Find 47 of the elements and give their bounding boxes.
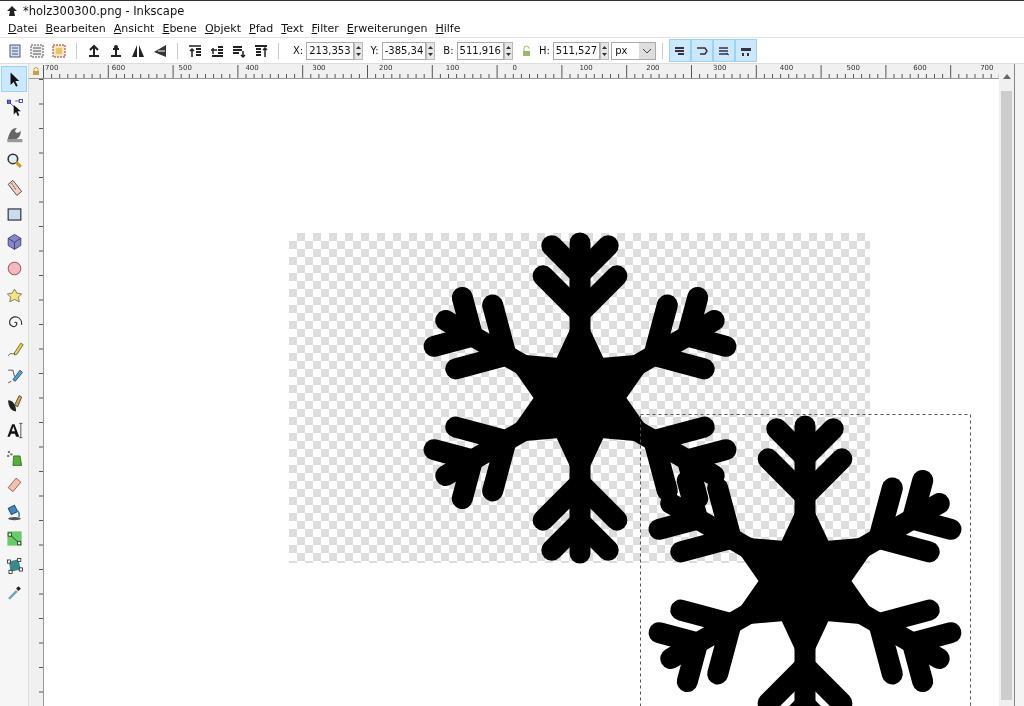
spin-buttons-icon[interactable] (353, 41, 363, 60)
field-label: B: (443, 45, 454, 56)
field-label: H: (538, 45, 550, 56)
number-field[interactable]: 511,527 (552, 41, 601, 60)
menu-item[interactable]: Ebene (158, 22, 201, 35)
spin-buttons-icon[interactable] (426, 41, 436, 60)
scrollbar-thumb[interactable] (1001, 91, 1012, 700)
gradient-tool-icon (4, 528, 24, 548)
vertical-scrollbar[interactable] (999, 64, 1014, 706)
node-tool-icon (4, 96, 24, 116)
menu-item[interactable]: Ansicht (109, 22, 159, 35)
window-title: *holz300300.png - Inkscape (23, 3, 185, 18)
snowflake-drawing[interactable] (423, 232, 737, 564)
select-all-layers-icon[interactable] (29, 42, 45, 59)
menu-item[interactable]: Erweiterungen (342, 22, 432, 35)
menu-item[interactable]: Filter (307, 22, 343, 35)
select-all-icon[interactable] (7, 42, 23, 59)
spin-buttons-icon[interactable] (503, 41, 513, 60)
raise-to-top-icon[interactable] (187, 42, 203, 59)
number-field[interactable]: 213,353 (306, 41, 354, 60)
rotate-ccw-icon[interactable] (86, 42, 102, 59)
text-tool-icon (4, 420, 24, 440)
rotate-cw-icon[interactable] (108, 42, 124, 59)
spin-buttons-icon[interactable] (600, 41, 610, 60)
scale-stroke-button[interactable] (669, 39, 692, 62)
unit-dropdown[interactable]: px (611, 41, 657, 60)
selector-arrow-tool-button[interactable] (1, 66, 27, 92)
menu-item[interactable]: Bearbeiten (41, 22, 110, 35)
number-field[interactable]: -385,34 (381, 41, 427, 60)
deselect-icon[interactable] (51, 42, 67, 59)
menu-item[interactable]: Datei (4, 22, 42, 35)
transform-patterns-button[interactable] (735, 39, 758, 62)
menu-item[interactable]: Text (277, 22, 308, 35)
mesh-tool-icon (4, 555, 24, 575)
menu-item[interactable]: Pfad (245, 22, 278, 35)
menu-item[interactable]: Hilfe (431, 22, 465, 35)
scale-corners-button[interactable] (691, 39, 714, 62)
field-label: X: (293, 45, 304, 56)
field-label: Y: (370, 45, 379, 56)
magnifier-icon (4, 150, 24, 170)
lower-to-bottom-icon[interactable] (253, 42, 269, 59)
chevron-down-icon (639, 42, 656, 59)
transform-gradients-button[interactable] (713, 39, 736, 62)
menu-item[interactable]: Objekt (200, 22, 246, 35)
flip-vertical-icon[interactable] (152, 42, 168, 59)
number-field[interactable]: 511,916 (456, 41, 504, 60)
ruler-icon (4, 177, 24, 197)
